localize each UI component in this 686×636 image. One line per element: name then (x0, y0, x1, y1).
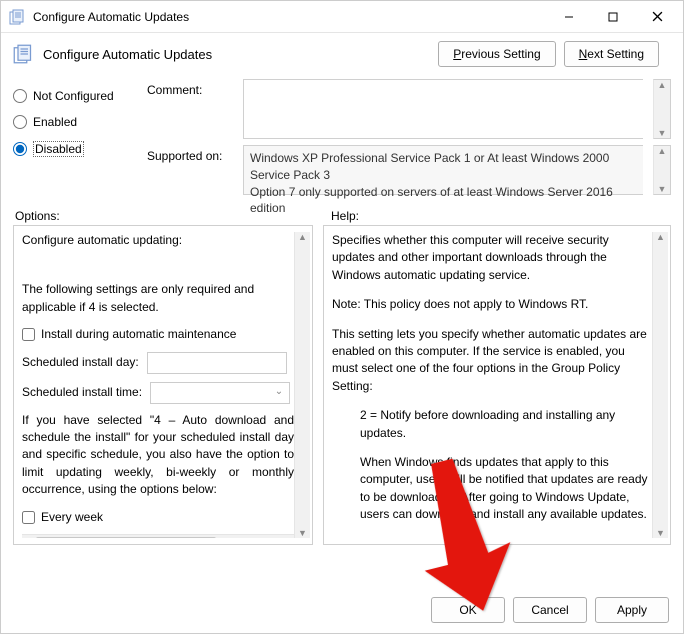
minimize-button[interactable] (547, 2, 591, 32)
radio-not-configured[interactable] (13, 89, 27, 103)
chevron-down-icon: ⌄ (275, 385, 283, 400)
help-text: 2 = Notify before downloading and instal… (332, 407, 652, 442)
scrollbar[interactable]: ▲▼ (653, 79, 671, 139)
titlebar: Configure Automatic Updates (1, 1, 683, 33)
radio-enabled[interactable] (13, 115, 27, 129)
policy-icon (9, 9, 25, 25)
maximize-button[interactable] (591, 2, 635, 32)
scrollbar[interactable]: ▲▼ (653, 145, 671, 195)
help-panel: Specifies whether this computer will rec… (323, 225, 671, 545)
help-text: This setting lets you specify whether au… (332, 326, 652, 396)
supported-text: Windows XP Professional Service Pack 1 o… (243, 145, 643, 195)
subheader: Configure Automatic Updates Previous Set… (1, 33, 683, 75)
chk-install-maintenance-label: Install during automatic maintenance (41, 326, 236, 343)
policy-title: Configure Automatic Updates (43, 47, 428, 62)
scrollbar[interactable]: ▲▼ (652, 232, 668, 538)
close-button[interactable] (635, 2, 679, 32)
options-panel: Configure automatic updating: The follow… (13, 225, 313, 545)
help-label: Help: (331, 209, 359, 223)
options-para: If you have selected "4 – Auto download … (22, 412, 294, 499)
horizontal-scrollbar[interactable] (22, 534, 294, 538)
ok-button[interactable]: OK (431, 597, 505, 623)
radio-not-configured-label[interactable]: Not Configured (33, 89, 114, 103)
comment-textarea[interactable] (243, 79, 643, 139)
install-time-label: Scheduled install time: (22, 384, 142, 401)
help-text: Note: This policy does not apply to Wind… (332, 296, 652, 313)
window-title: Configure Automatic Updates (33, 10, 547, 24)
apply-button[interactable]: Apply (595, 597, 669, 623)
supported-label: Supported on: (147, 145, 233, 163)
chk-install-maintenance[interactable] (22, 328, 35, 341)
radio-disabled[interactable] (13, 142, 27, 156)
options-heading: Configure automatic updating: (22, 232, 294, 249)
policy-icon (13, 44, 33, 64)
radio-enabled-label[interactable]: Enabled (33, 115, 77, 129)
dialog-window: Configure Automatic Updates Configure Au… (0, 0, 684, 634)
chk-every-week[interactable] (22, 511, 35, 524)
chk-every-week-label: Every week (41, 509, 103, 526)
help-text: Specifies whether this computer will rec… (332, 232, 652, 284)
footer: OK Cancel Apply (1, 587, 683, 633)
install-time-select[interactable]: ⌄ (150, 382, 290, 404)
state-radios: Not Configured Enabled Disabled (13, 79, 133, 195)
scrollbar[interactable]: ▲▼ (294, 232, 310, 538)
comment-label: Comment: (147, 79, 233, 97)
cancel-button[interactable]: Cancel (513, 597, 587, 623)
radio-disabled-label[interactable]: Disabled (33, 141, 84, 157)
install-day-select[interactable] (147, 352, 287, 374)
previous-setting-button[interactable]: Previous Setting (438, 41, 555, 67)
options-note: The following settings are only required… (22, 281, 294, 316)
install-day-label: Scheduled install day: (22, 354, 139, 371)
options-label: Options: (15, 209, 311, 223)
config-area: Not Configured Enabled Disabled Comment:… (1, 75, 683, 203)
next-setting-button[interactable]: Next Setting (564, 41, 659, 67)
